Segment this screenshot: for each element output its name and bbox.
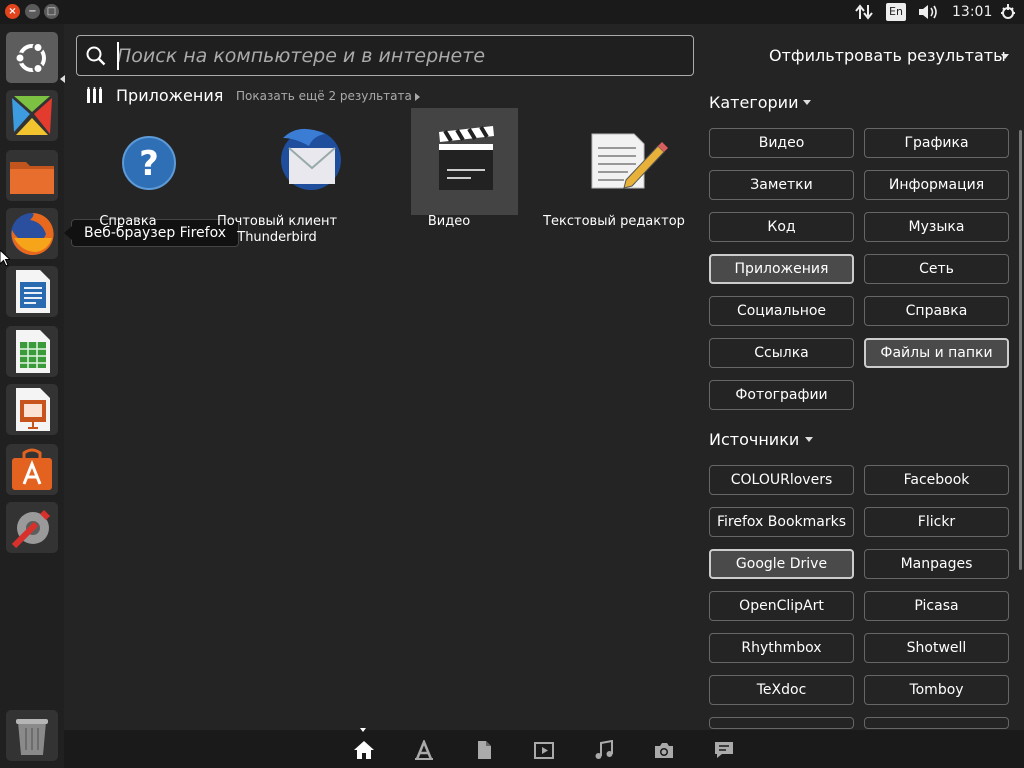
category-button-социальное[interactable]: Социальное [709, 296, 854, 326]
source-button-shotwell[interactable]: Shotwell [864, 633, 1009, 663]
music-icon[interactable] [593, 740, 615, 760]
launcher-active-arrow [60, 75, 65, 83]
category-button-видео[interactable]: Видео [709, 128, 854, 158]
minimize-button[interactable]: − [25, 4, 40, 19]
category-button-ссылка[interactable]: Ссылка [709, 338, 854, 368]
network-arrows-icon[interactable] [855, 4, 873, 20]
launcher-crossover[interactable] [6, 90, 58, 141]
chevron-right-icon[interactable] [415, 93, 420, 101]
volume-icon[interactable] [918, 4, 940, 20]
settings-gear-icon[interactable] [999, 3, 1017, 21]
launcher-impress[interactable] [6, 384, 58, 435]
system-settings-icon [11, 510, 50, 549]
text-editor-icon [591, 133, 668, 189]
folder-icon [10, 162, 54, 194]
search-input[interactable] [117, 42, 677, 70]
libreoffice-writer-icon [16, 270, 50, 313]
top-panel: × − □ En 13:01 [0, 0, 1024, 24]
active-lens-indicator [360, 728, 366, 732]
libreoffice-impress-icon [16, 388, 50, 431]
source-button-tomboy[interactable]: Tomboy [864, 675, 1009, 705]
show-more-results[interactable]: Показать ещё 2 результата [236, 89, 412, 103]
source-button-partial[interactable] [709, 717, 854, 729]
source-button-partial[interactable] [864, 717, 1009, 729]
search-box[interactable] [76, 35, 694, 76]
categories-title[interactable]: Категории [709, 93, 798, 112]
applications-icon[interactable] [413, 740, 435, 760]
source-button-openclipart[interactable]: OpenClipArt [709, 591, 854, 621]
help-icon: ? [122, 136, 176, 190]
filter-results-toggle[interactable]: Отфильтровать результаты [769, 46, 1006, 65]
trash-icon [16, 719, 48, 755]
app-tile-video[interactable]: Видео [374, 108, 524, 248]
text-cursor [117, 42, 119, 70]
launcher-files[interactable] [6, 150, 58, 201]
source-button-texdoc[interactable]: TeXdoc [709, 675, 854, 705]
svg-text:?: ? [139, 144, 159, 184]
photo-icon[interactable] [653, 740, 675, 760]
sources-title[interactable]: Источники [709, 430, 799, 449]
app-tile-thunderbird[interactable]: Почтовый клиент Thunderbird [202, 108, 352, 248]
launcher-software-center[interactable] [6, 444, 58, 495]
launcher-writer[interactable] [6, 266, 58, 317]
app-label: Текстовый редактор [543, 214, 685, 229]
home-icon[interactable] [353, 740, 375, 760]
chevron-down-icon[interactable] [1001, 54, 1009, 59]
firefox-icon [11, 212, 54, 255]
libreoffice-calc-icon [16, 330, 50, 373]
source-button-facebook[interactable]: Facebook [864, 465, 1009, 495]
source-button-manpages[interactable]: Manpages [864, 549, 1009, 579]
filters-scrollbar[interactable] [1019, 130, 1022, 570]
app-label: Справка [99, 214, 157, 229]
applications-category-icon [87, 87, 102, 103]
source-button-firefox-bookmarks[interactable]: Firefox Bookmarks [709, 507, 854, 537]
ubuntu-logo-icon [14, 42, 46, 74]
source-button-rhythmbox[interactable]: Rhythmbox [709, 633, 854, 663]
source-button-google-drive[interactable]: Google Drive [709, 549, 854, 579]
source-button-colourlovers[interactable]: COLOURlovers [709, 465, 854, 495]
chevron-down-icon[interactable] [805, 437, 813, 442]
category-button-заметки[interactable]: Заметки [709, 170, 854, 200]
category-button-сеть[interactable]: Сеть [864, 254, 1009, 284]
chevron-down-icon[interactable] [803, 100, 811, 105]
ubuntu-dash-button[interactable] [6, 32, 58, 83]
app-tile-text-editor[interactable]: Текстовый редактор [539, 108, 689, 248]
category-button-файлы-и-папки[interactable]: Файлы и папки [864, 338, 1009, 368]
results-category-title: Приложения [116, 86, 224, 105]
unity-dash: × − □ En 13:01 Веб-браузер Firefox Поиск… [0, 0, 1024, 768]
category-button-информация[interactable]: Информация [864, 170, 1009, 200]
mouse-pointer-icon [0, 250, 10, 266]
launcher-trash[interactable] [6, 710, 58, 761]
launcher-firefox[interactable] [6, 208, 58, 259]
app-tile-help[interactable]: ? Справка [53, 108, 203, 248]
source-button-picasa[interactable]: Picasa [864, 591, 1009, 621]
files-icon[interactable] [473, 740, 495, 760]
video-clapper-icon [411, 108, 518, 215]
app-label: Видео [427, 214, 471, 229]
software-center-icon [12, 448, 52, 490]
maximize-button[interactable]: □ [44, 4, 59, 19]
category-button-фотографии[interactable]: Фотографии [709, 380, 854, 410]
launcher-system-settings[interactable] [6, 502, 58, 553]
crossover-icon [12, 96, 52, 135]
launcher-calc[interactable] [6, 326, 58, 377]
source-button-flickr[interactable]: Flickr [864, 507, 1009, 537]
category-button-код[interactable]: Код [709, 212, 854, 242]
close-button[interactable]: × [5, 4, 20, 19]
category-button-приложения[interactable]: Приложения [709, 254, 854, 284]
search-icon [86, 46, 106, 66]
clock[interactable]: 13:01 [952, 0, 992, 24]
social-icon[interactable] [713, 740, 735, 760]
category-button-справка[interactable]: Справка [864, 296, 1009, 326]
video-icon[interactable] [533, 740, 555, 760]
category-button-музыка[interactable]: Музыка [864, 212, 1009, 242]
keyboard-layout-indicator[interactable]: En [886, 3, 906, 21]
thunderbird-icon [281, 128, 341, 190]
app-label: Почтовый клиент Thunderbird [216, 214, 338, 245]
category-button-графика[interactable]: Графика [864, 128, 1009, 158]
